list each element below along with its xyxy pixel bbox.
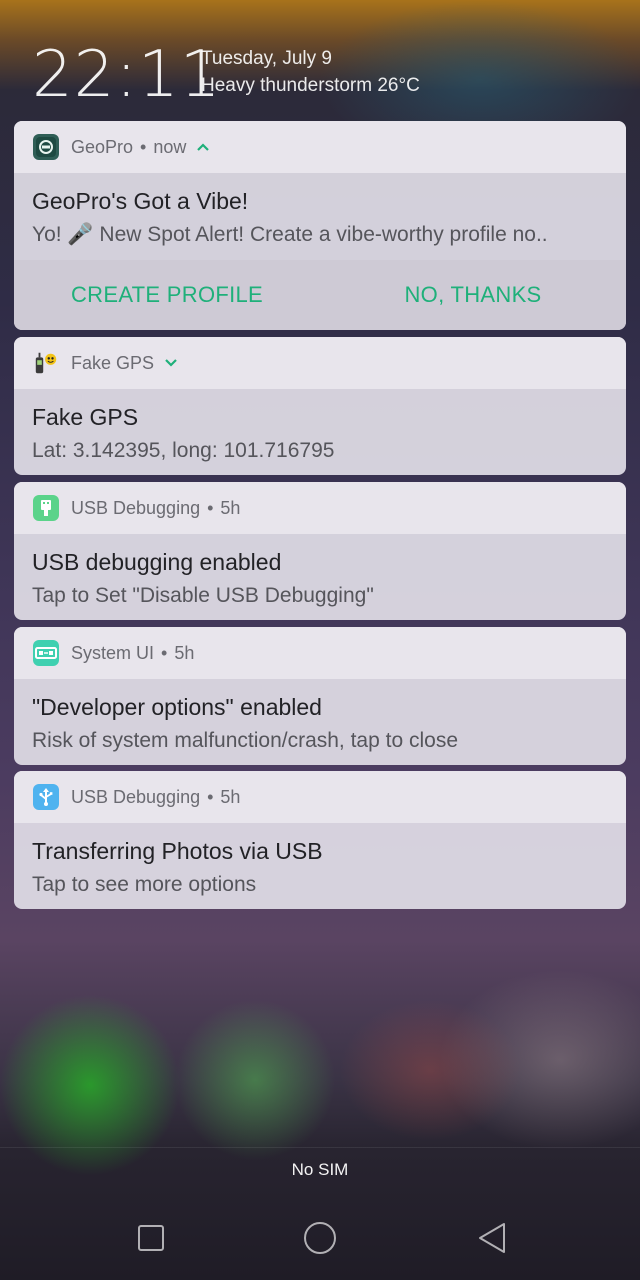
notification-text: Yo! 🎤 New Spot Alert! Create a vibe-wort… xyxy=(32,223,548,246)
notification-body: GeoPro's Got a Vibe! Yo! 🎤 New Spot Aler… xyxy=(14,173,626,249)
notification-time: 5h xyxy=(174,642,195,663)
notification-time: now xyxy=(153,136,187,157)
back-icon[interactable] xyxy=(472,1218,512,1258)
divider xyxy=(0,1147,640,1148)
notification-text: Tap to Set "Disable USB Debugging" xyxy=(32,584,374,607)
app-name: GeoPro xyxy=(71,136,134,157)
notification-actions: CREATE PROFILE NO, THANKS xyxy=(14,260,626,330)
notification-title: Fake GPS xyxy=(32,404,139,430)
notification-title: USB debugging enabled xyxy=(32,549,282,575)
notification-title: "Developer options" enabled xyxy=(32,694,322,720)
notification-header: System UI • 5h xyxy=(14,627,626,679)
notification-body: Transferring Photos via USB Tap to see m… xyxy=(14,823,626,899)
notification-title: Transferring Photos via USB xyxy=(32,838,323,864)
notification-text: Risk of system malfunction/crash, tap to… xyxy=(32,729,458,752)
chevron-up-icon[interactable] xyxy=(196,142,210,152)
create-profile-button[interactable]: CREATE PROFILE xyxy=(14,282,320,308)
system-ui-icon xyxy=(33,640,59,666)
clock: 22:11 xyxy=(32,38,222,112)
notification-fake-gps[interactable]: Fake GPS Fake GPS Lat: 3.142395, long: 1… xyxy=(14,337,626,475)
fake-gps-icon xyxy=(33,350,59,376)
notification-header: USB Debugging • 5h xyxy=(14,482,626,534)
home-icon[interactable] xyxy=(300,1218,340,1258)
no-thanks-button[interactable]: NO, THANKS xyxy=(320,282,626,308)
notification-body: "Developer options" enabled Risk of syst… xyxy=(14,679,626,755)
notification-header: USB Debugging • 5h xyxy=(14,771,626,823)
geopro-icon xyxy=(33,134,59,160)
usb-debugging-icon xyxy=(33,495,59,521)
app-name: System UI xyxy=(71,642,155,663)
notification-time: 5h xyxy=(220,497,241,518)
notification-system-ui[interactable]: System UI • 5h "Developer options" enabl… xyxy=(14,627,626,765)
app-name: USB Debugging xyxy=(71,497,201,518)
notification-time: 5h xyxy=(220,786,241,807)
app-name: Fake GPS xyxy=(71,352,155,373)
weather-text: Heavy thunderstorm 26°C xyxy=(201,75,420,96)
usb-transfer-icon xyxy=(33,784,59,810)
notification-title: GeoPro's Got a Vibe! xyxy=(32,188,249,214)
date-text: Tuesday, July 9 xyxy=(201,48,332,69)
app-name: USB Debugging xyxy=(71,786,201,807)
notification-usb-debugging[interactable]: USB Debugging • 5h USB debugging enabled… xyxy=(14,482,626,620)
notification-geopro[interactable]: GeoPro • now GeoPro's Got a Vibe! Yo! 🎤 … xyxy=(14,121,626,330)
notification-header: GeoPro • now xyxy=(14,121,626,173)
sim-status: No SIM xyxy=(291,1160,349,1179)
notification-body: USB debugging enabled Tap to Set "Disabl… xyxy=(14,534,626,610)
recents-icon[interactable] xyxy=(131,1218,171,1258)
notification-text: Tap to see more options xyxy=(32,873,257,896)
notification-text: Lat: 3.142395, long: 101.716795 xyxy=(32,439,335,462)
chevron-down-icon[interactable] xyxy=(164,358,178,368)
notification-header: Fake GPS xyxy=(14,337,626,389)
notification-usb-transfer[interactable]: USB Debugging • 5h Transferring Photos v… xyxy=(14,771,626,909)
notification-body: Fake GPS Lat: 3.142395, long: 101.716795 xyxy=(14,389,626,465)
